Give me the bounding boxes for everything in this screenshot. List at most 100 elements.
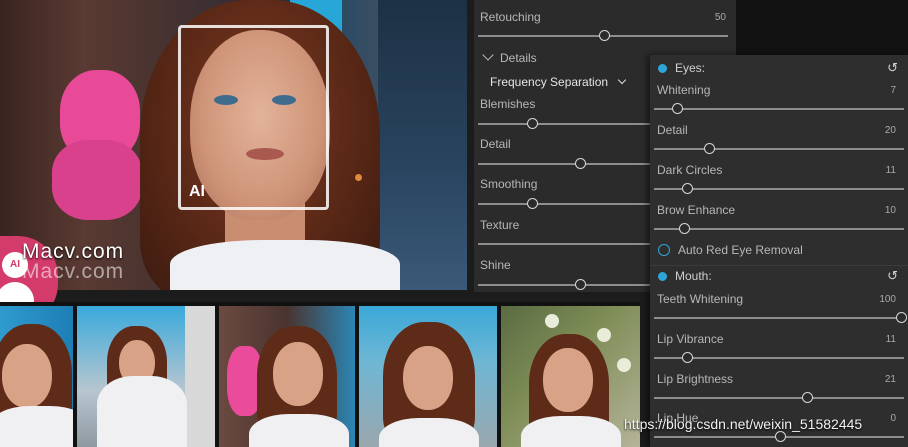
eyes-header-label: Eyes:	[675, 61, 706, 75]
thumb-flower	[617, 358, 631, 372]
thumbnail-4[interactable]	[359, 306, 497, 447]
eyes-section-header[interactable]: Eyes:	[658, 61, 705, 75]
thumb-flower	[597, 328, 611, 342]
eye-detail-label: Detail	[657, 123, 688, 137]
red-eye-label: Auto Red Eye Removal	[678, 243, 803, 257]
retouching-value: 50	[714, 12, 726, 23]
lip-brightness-slider-knob[interactable]	[802, 392, 813, 403]
shine-slider-track[interactable]	[478, 284, 654, 286]
blemishes-slider-track[interactable]	[478, 123, 654, 125]
section-divider	[650, 265, 908, 266]
thumbnail-5[interactable]	[501, 306, 640, 447]
thumb-shirt	[521, 416, 621, 447]
lip-brightness-label: Lip Brightness	[657, 372, 734, 386]
chevron-down-icon	[482, 49, 494, 61]
brow-enhance-slider-knob[interactable]	[679, 223, 690, 234]
eyes-enabled-dot[interactable]	[658, 64, 667, 74]
thumb-flower	[545, 314, 559, 328]
lip-vibrance-slider-knob[interactable]	[682, 352, 693, 363]
dark-circles-value: 11	[885, 165, 896, 176]
dark-circles-slider-knob[interactable]	[682, 183, 693, 194]
panel-background	[736, 0, 908, 55]
smoothing-label: Smoothing	[480, 177, 538, 191]
face-detail-panel: Eyes: ↺ Whitening 7 Detail 20 Dark Circl…	[650, 55, 908, 447]
ai-label: AI	[189, 183, 205, 200]
whitening-label: Whitening	[657, 83, 711, 97]
brow-enhance-value: 10	[884, 205, 896, 216]
mouth-header-label: Mouth:	[675, 269, 712, 283]
red-eye-radio[interactable]	[658, 244, 670, 256]
dark-circles-row: Dark Circles 11	[650, 163, 908, 199]
mouth-enabled-dot[interactable]	[658, 272, 667, 282]
lip-brightness-row: Lip Brightness 21	[650, 372, 908, 408]
avatar-body	[0, 282, 34, 302]
thumb-shirt	[97, 376, 187, 447]
retouching-label: Retouching	[480, 10, 541, 24]
thumbnail-3[interactable]	[219, 306, 355, 447]
details-section-header[interactable]: Details	[482, 49, 537, 65]
thumb-face	[543, 348, 593, 412]
ai-face-detection-box: AI	[178, 25, 329, 210]
lip-hue-value: 0	[890, 413, 896, 424]
whitening-slider-knob[interactable]	[672, 103, 683, 114]
teeth-whitening-slider-knob[interactable]	[896, 312, 907, 323]
whitening-slider-track[interactable]	[654, 108, 904, 110]
whitening-value: 7	[890, 85, 896, 96]
whitening-row: Whitening 7	[650, 83, 908, 119]
lip-hue-slider-knob[interactable]	[775, 431, 786, 442]
frequency-separation-dropdown[interactable]: Frequency Separation	[490, 75, 627, 89]
eye-detail-value: 20	[884, 125, 896, 136]
lip-vibrance-value: 11	[885, 334, 896, 345]
filmstrip	[0, 302, 640, 447]
retouching-row: Retouching 50	[474, 10, 736, 44]
teeth-whitening-value: 100	[879, 294, 896, 305]
smoothing-slider-knob[interactable]	[527, 198, 538, 209]
shine-label: Shine	[480, 258, 511, 272]
subject-shirt	[170, 240, 400, 290]
thumb-shirt	[249, 414, 349, 447]
eye-detail-slider-knob[interactable]	[704, 143, 715, 154]
reset-icon[interactable]: ↺	[887, 60, 898, 76]
retouching-slider-knob[interactable]	[599, 30, 610, 41]
blemishes-slider-knob[interactable]	[527, 118, 538, 129]
texture-slider-track[interactable]	[478, 243, 654, 245]
smoothing-slider-track[interactable]	[478, 203, 654, 205]
eye-detail-slider-track[interactable]	[654, 148, 904, 150]
frequency-dropdown-label: Frequency Separation	[490, 75, 609, 89]
thumb-face	[273, 342, 323, 406]
lip-brightness-value: 21	[884, 374, 896, 385]
detail-slider-knob[interactable]	[575, 158, 586, 169]
thumb-face	[403, 346, 453, 410]
lip-vibrance-row: Lip Vibrance 11	[650, 332, 908, 368]
site-watermark-shadow: Macv.com	[22, 260, 125, 283]
background-pink-object-2	[52, 140, 142, 220]
lip-brightness-slider-track[interactable]	[654, 397, 904, 399]
thumb-shirt	[0, 406, 73, 447]
red-eye-row[interactable]: Auto Red Eye Removal	[650, 243, 908, 263]
teeth-whitening-label: Teeth Whitening	[657, 292, 744, 306]
brow-enhance-slider-track[interactable]	[654, 228, 904, 230]
thumb-shirt	[379, 418, 479, 447]
details-header-label: Details	[500, 51, 537, 65]
background-dark-panel	[378, 0, 467, 290]
thumbnail-2[interactable]	[77, 306, 215, 447]
brow-enhance-label: Brow Enhance	[657, 203, 736, 217]
chevron-down-icon	[618, 75, 627, 85]
detail-label: Detail	[480, 137, 511, 151]
blemishes-label: Blemishes	[480, 97, 536, 111]
shine-slider-knob[interactable]	[575, 279, 586, 290]
thumb-wall	[185, 306, 215, 447]
texture-label: Texture	[480, 218, 520, 232]
source-url-watermark: https://blog.csdn.net/weixin_51582445	[624, 416, 863, 432]
lip-vibrance-label: Lip Vibrance	[657, 332, 724, 346]
thumbnail-1[interactable]	[0, 306, 73, 447]
detail-slider-track[interactable]	[478, 163, 654, 165]
reset-icon[interactable]: ↺	[887, 268, 898, 284]
dark-circles-label: Dark Circles	[657, 163, 723, 177]
thumb-face	[2, 344, 52, 408]
app-stage: AI AI Macv.com Macv.com Retouching 50 De…	[0, 0, 908, 447]
mouth-section-header[interactable]: Mouth:	[658, 269, 712, 283]
teeth-whitening-slider-track[interactable]	[654, 317, 902, 319]
teeth-whitening-row: Teeth Whitening 100	[650, 292, 908, 328]
brow-enhance-row: Brow Enhance 10	[650, 203, 908, 239]
